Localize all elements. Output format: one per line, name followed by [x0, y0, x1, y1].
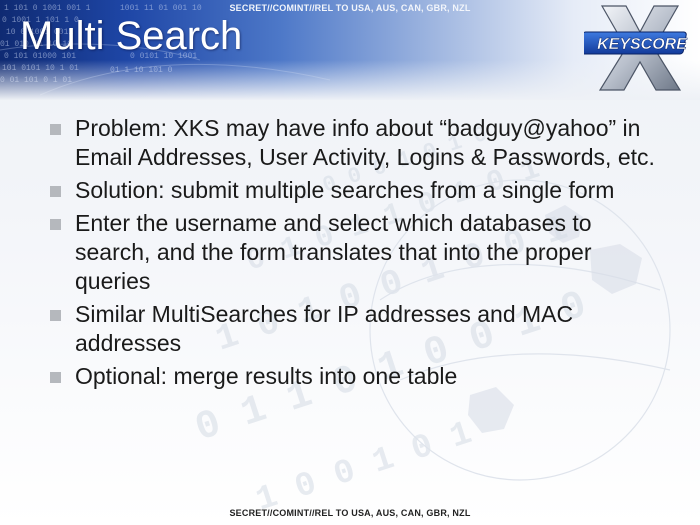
bullet-text: Enter the username and select which data… — [75, 210, 592, 294]
square-bullet-icon — [50, 186, 61, 197]
svg-text:KEYSCORE: KEYSCORE — [597, 36, 688, 53]
slide: 1 101 0 1001 001 1 0 1001 1 101 1 0 10 0… — [0, 0, 700, 525]
bullet-text: Solution: submit multiple searches from … — [75, 177, 615, 203]
bullet-text: Problem: XKS may have info about “badguy… — [75, 115, 655, 170]
svg-text:1 0 0 1 0 1: 1 0 0 1 0 1 — [252, 415, 477, 520]
bullet-item: Enter the username and select which data… — [50, 209, 660, 296]
keyscore-logo: KEYSCORE — [584, 5, 688, 91]
square-bullet-icon — [50, 372, 61, 383]
slide-title: Multi Search — [20, 14, 243, 58]
bullet-list: Problem: XKS may have info about “badguy… — [50, 114, 660, 395]
classification-banner-bottom: SECRET//COMINT//REL TO USA, AUS, CAN, GB… — [229, 508, 471, 518]
bullet-item: Problem: XKS may have info about “badguy… — [50, 114, 660, 172]
bullet-item: Similar MultiSearches for IP addresses a… — [50, 300, 660, 358]
bullet-text: Optional: merge results into one table — [75, 363, 458, 389]
square-bullet-icon — [50, 310, 61, 321]
square-bullet-icon — [50, 219, 61, 230]
bullet-text: Similar MultiSearches for IP addresses a… — [75, 301, 574, 356]
square-bullet-icon — [50, 124, 61, 135]
bullet-item: Optional: merge results into one table — [50, 362, 660, 391]
bullet-item: Solution: submit multiple searches from … — [50, 176, 660, 205]
